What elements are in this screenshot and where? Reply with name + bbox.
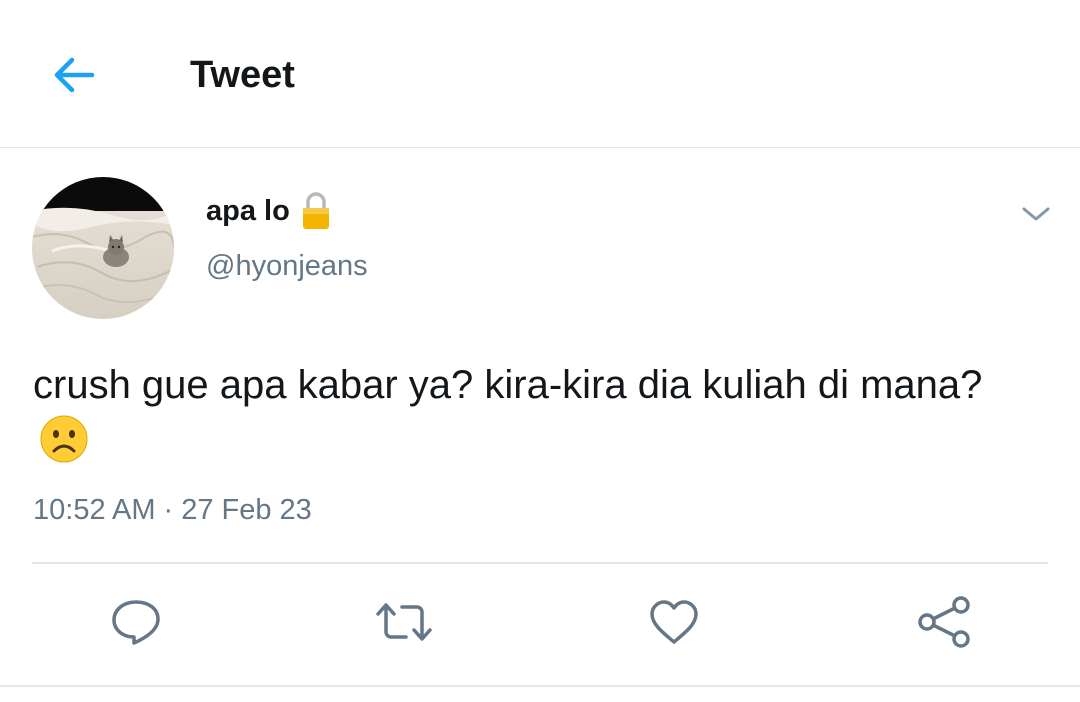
tweet-timestamp: 10:52 AM · 27 Feb 23 xyxy=(33,490,312,530)
tweet-date: 27 Feb 23 xyxy=(181,494,312,526)
avatar[interactable] xyxy=(32,177,174,319)
tweet-time: 10:52 AM xyxy=(33,494,156,526)
back-button[interactable] xyxy=(48,50,100,100)
top-bar: Tweet xyxy=(0,0,1080,148)
frowning-face-emoji xyxy=(40,415,88,463)
tweet-text: crush gue apa kabar ya? kira-kira dia ku… xyxy=(33,363,983,407)
retweet-icon xyxy=(376,603,432,641)
bottom-divider xyxy=(0,685,1080,687)
author-handle[interactable]: @hyonjeans xyxy=(206,246,368,286)
action-bar xyxy=(0,592,1080,654)
author-display-name: apa lo xyxy=(206,194,290,227)
retweet-button[interactable] xyxy=(374,592,434,652)
share-button[interactable] xyxy=(914,592,974,652)
like-button[interactable] xyxy=(644,592,704,652)
tweet-menu-button[interactable] xyxy=(1014,198,1058,230)
avatar-kitten-image xyxy=(32,177,174,319)
tweet-body: crush gue apa kabar ya? kira-kira dia ku… xyxy=(33,356,1033,472)
meta-separator: · xyxy=(163,494,174,526)
lock-icon xyxy=(302,192,329,229)
divider xyxy=(32,562,1048,564)
tweet-detail-screen: Tweet apa lo @hyonjeans crush gue apa ka… xyxy=(0,0,1080,702)
reply-button[interactable] xyxy=(106,592,166,652)
share-icon xyxy=(918,596,970,648)
arrow-left-icon xyxy=(54,57,95,93)
chevron-down-icon xyxy=(1022,207,1050,221)
heart-icon xyxy=(650,600,698,644)
reply-icon xyxy=(112,600,160,645)
author-name-row[interactable]: apa lo xyxy=(206,188,332,234)
page-title: Tweet xyxy=(190,54,295,96)
